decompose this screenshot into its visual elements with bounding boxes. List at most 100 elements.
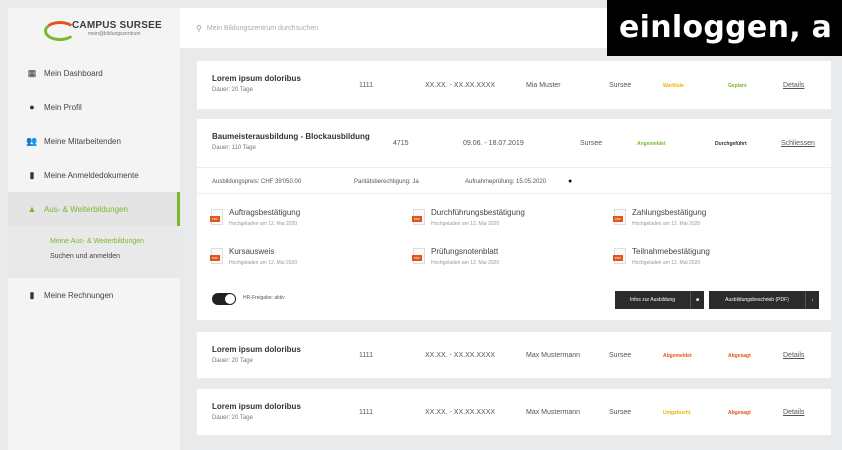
document-name: Auftragsbestätigung (229, 208, 301, 217)
logo-icon (44, 19, 76, 41)
document-meta: Hochgeladen am 12. Mai 2020 (431, 221, 500, 227)
divider (197, 193, 831, 194)
card-dates: 09.06. - 18.07.2019 (463, 140, 524, 147)
button-label: Ausbildungsbeschrieb (PDF) (725, 297, 789, 303)
card-duration: Dauer: 20 Tage (212, 87, 253, 93)
card-location: Sursee (609, 352, 632, 359)
training-card-expanded: Baumeisterausbildung - Blockausbildung D… (196, 118, 832, 321)
pdf-icon (613, 248, 626, 264)
document-name: Kursausweis (229, 247, 275, 256)
document-name: Prüfungsnotenblatt (431, 247, 499, 256)
card-title: Lorem ipsum doloribus (212, 402, 301, 411)
document-item[interactable]: Zahlungsbestätigung Hochgeladen am 12. M… (613, 207, 784, 233)
card-number: 1111 (359, 352, 374, 359)
sidebar-item-label: Mein Dashboard (44, 68, 103, 78)
document-item[interactable]: Prüfungsnotenblatt Hochgeladen am 12. Ma… (412, 246, 583, 272)
status-badge: Abgemeldet (663, 353, 692, 359)
details-link[interactable]: Details (783, 82, 804, 89)
document-item[interactable]: Kursausweis Hochgeladen am 12. Mai 2020 (210, 246, 381, 272)
card-location: Sursee (580, 140, 603, 147)
details-link[interactable]: Details (783, 352, 804, 359)
card-location: Sursee (609, 409, 632, 416)
sidebar-item-label: Aus- & Weiterbildungen (44, 204, 128, 214)
document-meta: Hochgeladen am 12. Mai 2020 (229, 221, 298, 227)
document-meta: Hochgeladen am 12. Mai 2020 (431, 260, 500, 266)
card-number: 1111 (359, 409, 374, 416)
card-number: 4715 (393, 140, 409, 147)
sidebar-item-registration-documents[interactable]: ▮ Meine Anmeldedokumente (8, 158, 180, 192)
status-badge: Geplant (728, 83, 747, 89)
pdf-icon (210, 209, 223, 225)
entrance-exam: Aufnahmeprüfung: 15.05.2020 (465, 179, 547, 185)
sidebar-item-trainings[interactable]: ▲ Aus- & Weiterbildungen (8, 192, 180, 226)
sidebar-item-label: Mein Profil (44, 102, 82, 112)
sidebar-item-label: Meine Rechnungen (44, 290, 114, 300)
document-item[interactable]: Teilnahmebestätigung Hochgeladen am 12. … (613, 246, 784, 272)
card-duration: Dauer: 110 Tage (212, 145, 256, 151)
document-meta: Hochgeladen am 12. Mai 2020 (632, 221, 701, 227)
divider (197, 167, 831, 168)
overlay-banner: einloggen, a (607, 0, 842, 56)
status-badge: Durchgeführt (715, 141, 747, 147)
card-location: Sursee (609, 82, 632, 89)
search-input[interactable]: Mein Bildungszentrum durchsuchen (207, 25, 318, 32)
logo-title: CAMPUS SURSEE (72, 19, 162, 31)
card-person: Mia Muster (526, 82, 561, 89)
card-title: Baumeisterausbildung - Blockausbildung (212, 132, 370, 141)
document-meta: Hochgeladen am 12. Mai 2020 (229, 260, 298, 266)
training-info-button[interactable]: Infos zur Ausbildung ■ (615, 291, 704, 309)
user-icon: ● (29, 102, 35, 112)
status-badge: Abgesagt (728, 410, 751, 416)
download-icon: ↓ (805, 291, 819, 309)
grid-icon: ▦ (27, 67, 37, 78)
training-card: Lorem ipsum doloribus Dauer: 20 Tage 111… (196, 388, 832, 436)
sidebar-item-invoices[interactable]: ▮ Meine Rechnungen (8, 278, 180, 312)
pdf-icon (412, 248, 425, 264)
search-icon: ⚲ (196, 23, 202, 33)
close-link[interactable]: Schliessen (781, 140, 815, 147)
sidebar-nav: ▦ Mein Dashboard ● Mein Profil 👥 Meine M… (8, 56, 180, 312)
app: CAMPUS SURSEE mein@bildungszentrum ▦ Mei… (0, 0, 842, 450)
sidebar-item-label: Meine Anmeldedokumente (44, 170, 139, 180)
card-dates: XX.XX. - XX.XX.XXXX (425, 352, 496, 359)
card-person: Max Mustermann (526, 409, 581, 416)
toggle-label: HR-Freigabe: aktiv (243, 295, 285, 301)
document-item[interactable]: Durchführungsbestätigung Hochgeladen am … (412, 207, 583, 233)
document-meta: Hochgeladen am 12. Mai 2020 (632, 260, 701, 266)
sidebar-item-dashboard[interactable]: ▦ Mein Dashboard (8, 56, 180, 90)
info-icon[interactable]: ● (568, 178, 572, 185)
card-dates: XX.XX. - XX.XX.XXXX (425, 409, 496, 416)
details-link[interactable]: Details (783, 409, 804, 416)
document-icon: ▮ (29, 169, 35, 180)
logo-subtitle: mein@bildungszentrum (88, 30, 141, 37)
sidebar-item-profile[interactable]: ● Mein Profil (8, 90, 180, 124)
card-number: 1111 (359, 82, 374, 89)
sidebar-subitem-my-trainings[interactable]: Meine Aus- & Weiterbildungen (8, 234, 180, 249)
training-card: Lorem ipsum doloribus Dauer: 20 Tage 111… (196, 60, 832, 110)
document-item[interactable]: Auftragsbestätigung Hochgeladen am 12. M… (210, 207, 381, 233)
card-title: Lorem ipsum doloribus (212, 345, 301, 354)
download-pdf-button[interactable]: Ausbildungsbeschrieb (PDF) ↓ (709, 291, 819, 309)
card-title: Lorem ipsum doloribus (212, 74, 301, 83)
button-label: Infos zur Ausbildung (629, 297, 676, 303)
status-badge: Angemeldet (637, 141, 666, 147)
status-badge: Abgesagt (728, 353, 751, 359)
sidebar: CAMPUS SURSEE mein@bildungszentrum ▦ Mei… (8, 8, 180, 450)
sidebar-item-employees[interactable]: 👥 Meine Mitarbeitenden (8, 124, 180, 158)
hr-release-toggle[interactable] (212, 293, 236, 305)
document-name: Teilnahmebestätigung (632, 247, 710, 256)
card-person: Max Mustermann (526, 352, 581, 359)
invoice-icon: ▮ (29, 289, 35, 300)
pdf-icon (210, 248, 223, 264)
sidebar-subitem-search[interactable]: Suchen und anmelden (8, 249, 180, 264)
parity-info: Paritätsberechtigung: Ja (354, 179, 419, 185)
users-icon: 👥 (26, 135, 38, 146)
document-name: Zahlungsbestätigung (632, 208, 707, 217)
pdf-icon (613, 209, 626, 225)
training-card: Lorem ipsum doloribus Dauer: 20 Tage 111… (196, 331, 832, 379)
status-badge: Wartliste (663, 83, 684, 89)
document-name: Durchführungsbestätigung (431, 208, 525, 217)
pdf-icon (412, 209, 425, 225)
logo[interactable]: CAMPUS SURSEE mein@bildungszentrum (8, 8, 180, 48)
info-icon: ■ (690, 291, 704, 309)
